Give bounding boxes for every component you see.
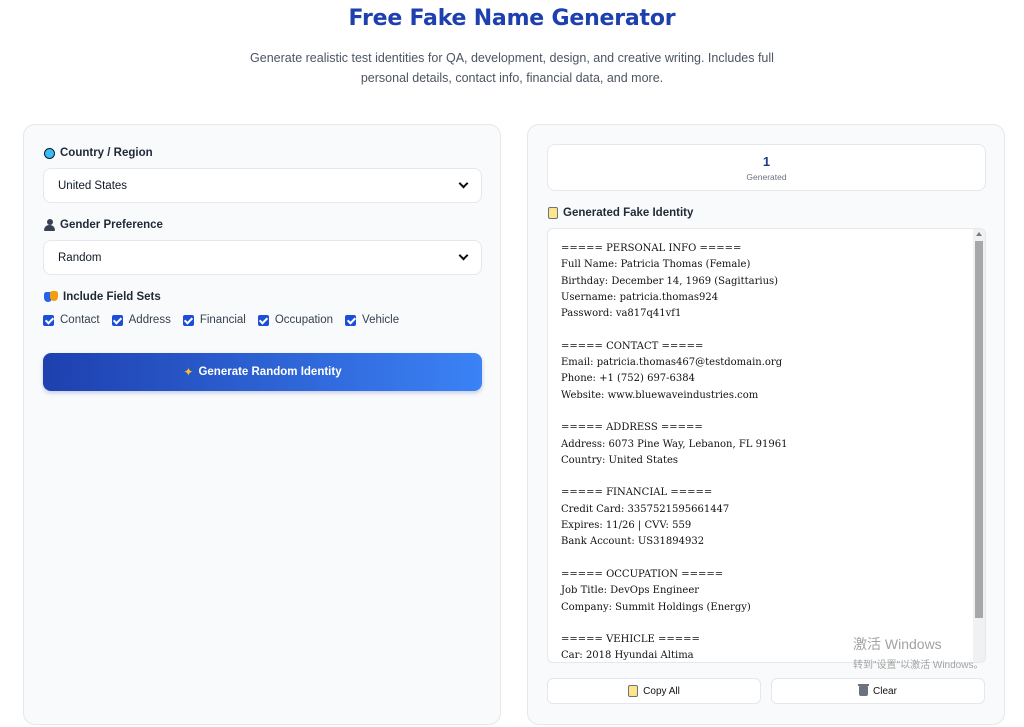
windows-activation-watermark: 激活 Windows 转到"设置"以激活 Windows。	[853, 634, 983, 671]
watermark-line-1: 激活 Windows	[853, 636, 942, 652]
page-title: Free Fake Name Generator	[348, 6, 676, 31]
checkbox-label: Address	[128, 314, 171, 326]
masks-icon	[44, 291, 58, 303]
checkbox-contact[interactable]: Contact	[43, 314, 100, 326]
generate-button-label: Generate Random Identity	[198, 366, 342, 378]
checkbox-checked-icon[interactable]	[43, 314, 54, 326]
country-select-value: United States	[58, 179, 128, 192]
person-icon	[44, 219, 55, 231]
generate-button[interactable]: ✦ Generate Random Identity	[43, 353, 482, 391]
checkbox-vehicle[interactable]: Vehicle	[345, 314, 399, 326]
generated-count: 1	[762, 154, 771, 169]
identity-output-text: ===== PERSONAL INFO ===== Full Name: Pat…	[561, 243, 788, 662]
clipboard-icon	[628, 685, 639, 697]
identity-output-textarea[interactable]: ===== PERSONAL INFO ===== Full Name: Pat…	[547, 228, 986, 663]
scrollbar-thumb[interactable]	[975, 241, 983, 618]
settings-panel: Country / Region United States Gender Pr…	[23, 124, 501, 725]
trash-icon	[858, 684, 870, 696]
checkbox-label: Occupation	[274, 314, 334, 326]
checkbox-label: Financial	[199, 314, 246, 326]
chevron-down-icon	[458, 250, 469, 261]
watermark-line-2: 转到"设置"以激活 Windows。	[853, 660, 984, 671]
country-select[interactable]: United States	[43, 168, 482, 203]
fields-label: Include Field Sets	[63, 291, 161, 303]
checkbox-label: Vehicle	[362, 314, 400, 326]
checkbox-address[interactable]: Address	[111, 314, 171, 326]
scroll-up-icon[interactable]	[976, 232, 982, 236]
country-label: Country / Region	[60, 147, 153, 159]
checkbox-checked-icon[interactable]	[257, 314, 269, 326]
globe-icon	[44, 147, 55, 159]
output-label-row: Generated Fake Identity	[548, 207, 693, 219]
checkbox-checked-icon[interactable]	[182, 314, 194, 326]
clear-button[interactable]: Clear	[771, 678, 985, 704]
checkbox-label: Contact	[60, 314, 100, 326]
gender-label: Gender Preference	[60, 219, 163, 231]
copy-all-button[interactable]: Copy All	[547, 678, 761, 704]
fields-label-row: Include Field Sets	[44, 291, 161, 303]
checkbox-checked-icon[interactable]	[111, 314, 123, 326]
clear-label: Clear	[873, 685, 897, 697]
checkbox-financial[interactable]: Financial	[182, 314, 246, 326]
generated-count-card: 1 Generated	[547, 144, 986, 191]
checkbox-occupation[interactable]: Occupation	[257, 314, 334, 326]
gender-label-row: Gender Preference	[44, 219, 163, 231]
country-label-row: Country / Region	[44, 147, 153, 159]
checkbox-checked-icon[interactable]	[345, 314, 357, 326]
generated-count-label: Generated	[746, 172, 787, 182]
sparkle-icon: ✦	[183, 365, 194, 379]
page-subtitle: Generate realistic test identities for Q…	[250, 51, 774, 85]
gender-select[interactable]: Random	[43, 240, 482, 275]
chevron-down-icon	[458, 178, 469, 189]
gender-select-value: Random	[58, 251, 102, 264]
clipboard-icon	[548, 207, 558, 219]
output-label: Generated Fake Identity	[563, 207, 694, 219]
output-scrollbar[interactable]	[973, 229, 985, 662]
field-set-checkboxes: Contact Address Financial Occupation Veh…	[43, 314, 399, 326]
copy-all-label: Copy All	[643, 685, 680, 697]
